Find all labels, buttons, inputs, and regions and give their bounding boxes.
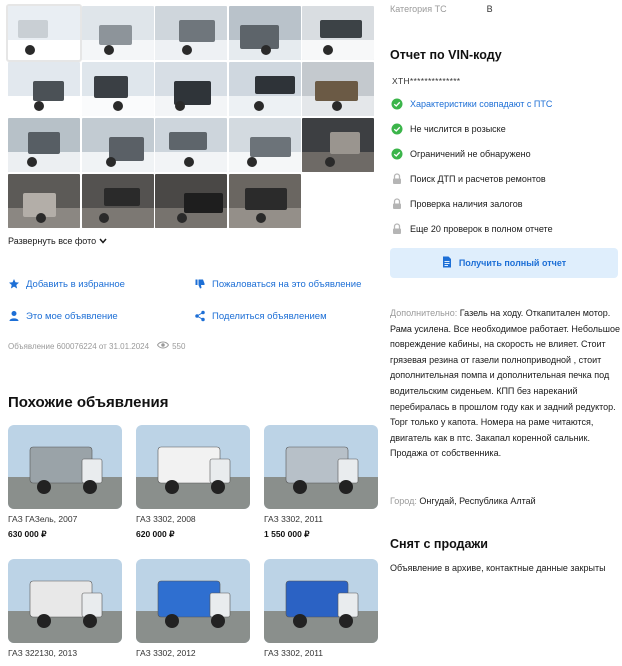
document-icon [442,256,452,270]
similar-ad-card[interactable]: ГАЗ ГАЗель, 2007 630 000 ₽ [8,425,122,540]
vin-check-text[interactable]: Характеристики совпадают с ПТС [410,99,552,109]
vin-check-item: Поиск ДТП и расчетов ремонтов [391,173,546,185]
removed-from-sale-text: Объявление в архиве, контактные данные з… [390,563,606,573]
wheel-hub-photo[interactable] [8,174,80,228]
similar-ad-card[interactable]: ГАЗ 322130, 2013 [8,559,122,663]
similar-ad-name[interactable]: ГАЗ 3302, 2011 [264,648,378,658]
star-icon [8,278,20,290]
vin-check-item: Ограничений не обнаружено [391,148,531,160]
check-circle-icon [391,148,403,160]
add-to-favorites-button[interactable]: Добавить в избранное [8,278,125,290]
views-count: 550 [172,341,186,351]
vin-check-text: Еще 20 проверок в полном отчете [410,224,553,234]
similar-ad-price: 620 000 ₽ [136,529,175,539]
similar-ad-name[interactable]: ГАЗ 3302, 2008 [136,514,250,524]
mud-wheel-photo[interactable] [302,62,374,116]
truck-side-photo[interactable] [228,118,301,172]
lock-icon [391,223,403,235]
van-cab-photo[interactable] [81,6,154,60]
my-ad-button[interactable]: Это мое объявление [8,310,118,322]
ad-meta: Объявление 600076224 от 31.01.2024 550 [8,341,185,351]
vin-check-item: Характеристики совпадают с ПТС [391,98,552,110]
share-label: Поделиться объявлением [212,310,327,322]
similar-ad-card[interactable]: ГАЗ 3302, 2008 620 000 ₽ [136,425,250,540]
views-counter: 550 [156,341,186,351]
photo-gallery [6,4,378,228]
get-full-report-button[interactable]: Получить полный отчет [390,248,618,278]
vin-check-text: Проверка наличия залогов [410,199,523,209]
expand-photos-link[interactable]: Развернуть все фото [8,236,107,246]
ad-city: Город: Онгудай, Республика Алтай [390,496,536,506]
category-label: Категория ТС [390,4,447,14]
favorite-label: Добавить в избранное [26,278,125,290]
flatbed-photo[interactable] [81,118,154,172]
lock-icon [391,173,403,185]
vin-check-text: Ограничений не обнаружено [410,149,531,159]
engine-photo[interactable] [302,118,374,172]
expand-photos-label: Развернуть все фото [8,236,97,246]
city-label: Город: [390,496,417,506]
complain-button[interactable]: Пожаловаться на это объявление [194,278,361,290]
city-value: Онгудай, Республика Алтай [419,496,536,506]
similar-ad-photo[interactable] [8,425,122,509]
description-text: Газель на ходу. Откапитален мотор. Рама … [390,308,620,459]
eye-icon [156,341,170,351]
chassis-photo[interactable] [228,62,301,116]
thumbs-down-icon [194,278,206,290]
description-label: Дополнительно: [390,308,458,318]
engine-photo[interactable] [81,174,154,228]
wheel-snow-photo[interactable] [8,62,80,116]
similar-ad-photo[interactable] [264,559,378,643]
engine-photo[interactable] [155,174,227,228]
vin-check-item: Еще 20 проверок в полном отчете [391,223,553,235]
truck-rear-photo[interactable] [228,6,301,60]
similar-ad-price: 630 000 ₽ [8,529,47,539]
similar-ad-name[interactable]: ГАЗ 3302, 2012 [136,648,250,658]
similar-ads-title: Похожие объявления [8,394,169,411]
ad-info: Объявление 600076224 от 31.01.2024 [8,341,150,351]
vin-check-item: Проверка наличия залогов [391,198,523,210]
share-icon [194,310,206,322]
my-ad-label: Это мое объявление [26,310,118,322]
similar-ad-name[interactable]: ГАЗ ГАЗель, 2007 [8,514,122,524]
similar-ad-photo[interactable] [136,559,250,643]
similar-ad-card[interactable]: ГАЗ 3302, 2011 [264,559,378,663]
check-circle-icon [391,98,403,110]
complain-label: Пожаловаться на это объявление [212,278,362,290]
vin-report-title: Отчет по VIN-коду [390,48,502,62]
similar-ad-photo[interactable] [136,425,250,509]
similar-ad-photo[interactable] [264,425,378,509]
cabin-interior-photo[interactable] [302,6,374,60]
van-white-photo[interactable] [6,4,82,62]
similar-ad-photo[interactable] [8,559,122,643]
similar-ad-card[interactable]: ГАЗ 3302, 2011 1 550 000 ₽ [264,425,378,540]
wheel-snow-photo[interactable] [155,62,227,116]
get-full-report-label: Получить полный отчет [458,258,567,268]
vin-check-text: Не числится в розыске [410,124,506,134]
share-button[interactable]: Поделиться объявлением [194,310,327,322]
lock-icon [391,198,403,210]
flatbed-photo[interactable] [155,118,227,172]
truck-side-photo[interactable] [155,6,227,60]
similar-ad-price: 1 550 000 ₽ [264,529,310,539]
category-value: B [486,4,493,14]
removed-from-sale-title: Снят с продажи [390,537,488,551]
vehicle-category: Категория ТС B [390,4,493,14]
vin-check-text: Поиск ДТП и расчетов ремонтов [410,174,546,184]
similar-ad-name[interactable]: ГАЗ 3302, 2011 [264,514,378,524]
user-icon [8,310,20,322]
similar-ad-name[interactable]: ГАЗ 322130, 2013 [8,648,122,658]
vin-code: XTH************** [392,76,461,86]
vin-check-item: Не числится в розыске [391,123,506,135]
door-photo[interactable] [8,118,80,172]
chevron-down-icon [99,237,107,246]
engine-photo[interactable] [228,174,301,228]
wheel-snow-photo[interactable] [81,62,154,116]
check-circle-icon [391,123,403,135]
similar-ad-card[interactable]: ГАЗ 3302, 2012 [136,559,250,663]
ad-description: Дополнительно: Газель на ходу. Откапитал… [390,306,620,462]
